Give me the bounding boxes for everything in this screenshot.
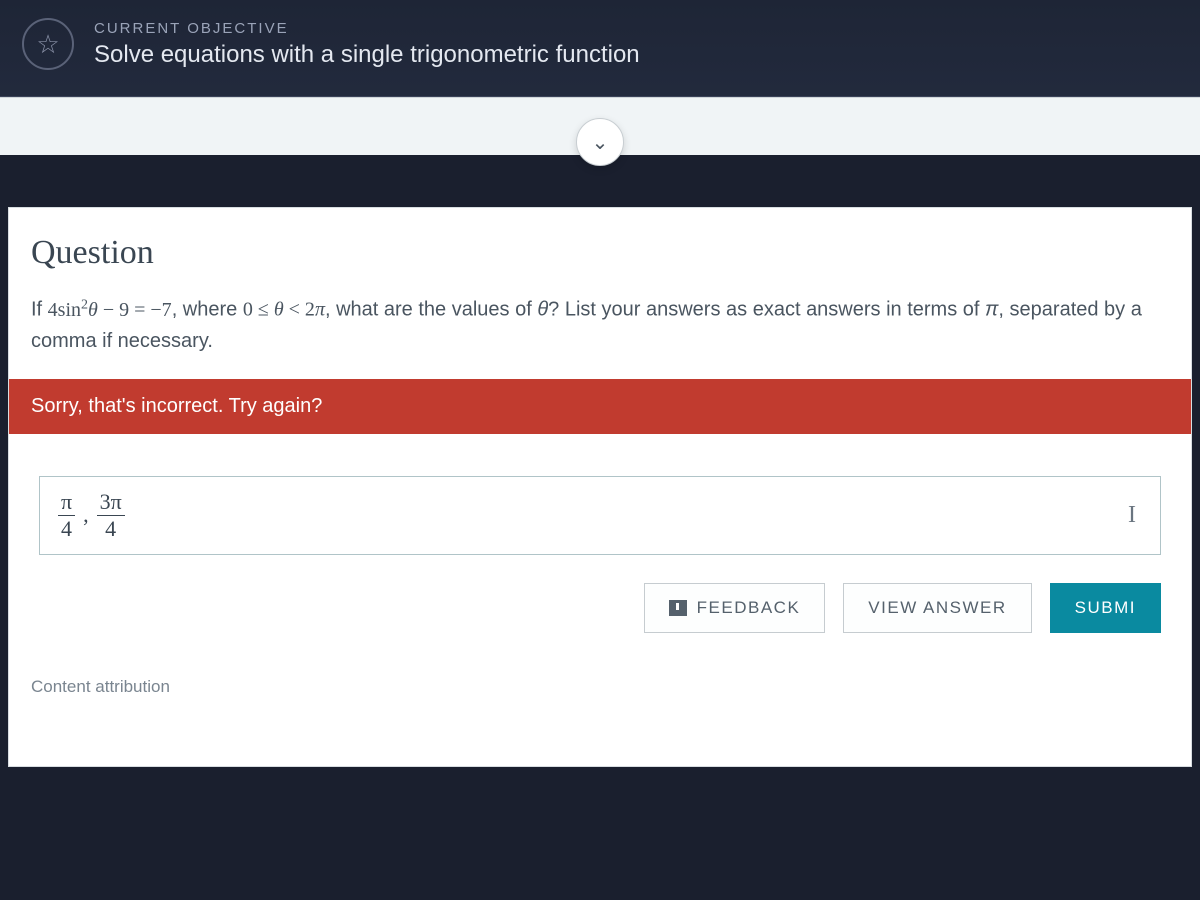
- question-heading: Question: [31, 234, 1169, 272]
- answer-separator: ,: [83, 502, 89, 528]
- prompt-prefix: If: [31, 299, 48, 321]
- submit-label: SUBMI: [1075, 598, 1136, 618]
- feedback-button[interactable]: FEEDBACK: [644, 583, 826, 633]
- objective-header: ☆ CURRENT OBJECTIVE Solve equations with…: [0, 0, 1200, 97]
- objective-label: CURRENT OBJECTIVE: [94, 20, 640, 37]
- star-icon: ☆: [22, 18, 74, 70]
- content-attribution[interactable]: Content attribution: [9, 651, 1191, 723]
- collapse-row: ⌄: [0, 97, 1200, 155]
- question-prompt: If 4sin2θ − 9 = −7, where 0 ≤ θ < 2π, wh…: [31, 294, 1169, 357]
- answer-value: π 4 , 3π 4: [58, 491, 125, 540]
- view-answer-button[interactable]: VIEW ANSWER: [843, 583, 1031, 633]
- objective-text: CURRENT OBJECTIVE Solve equations with a…: [94, 20, 640, 69]
- action-row: FEEDBACK VIEW ANSWER SUBMI: [9, 555, 1191, 651]
- fraction-1: π 4: [58, 491, 75, 540]
- error-banner: Sorry, that's incorrect. Try again?: [9, 379, 1191, 434]
- error-message: Sorry, that's incorrect. Try again?: [31, 395, 322, 417]
- feedback-icon: [669, 600, 687, 616]
- objective-title: Solve equations with a single trigonomet…: [94, 41, 640, 69]
- collapse-button[interactable]: ⌄: [576, 118, 624, 166]
- prompt-mid: , where: [172, 299, 243, 321]
- answer-input[interactable]: π 4 , 3π 4 I: [39, 476, 1161, 555]
- fraction-2: 3π 4: [97, 491, 125, 540]
- chevron-down-icon: ⌄: [592, 130, 609, 155]
- view-answer-label: VIEW ANSWER: [868, 598, 1006, 618]
- question-card: Question If 4sin2θ − 9 = −7, where 0 ≤ θ…: [8, 207, 1192, 767]
- submit-button[interactable]: SUBMI: [1050, 583, 1161, 633]
- text-cursor-icon: I: [1128, 502, 1142, 529]
- feedback-label: FEEDBACK: [697, 598, 801, 618]
